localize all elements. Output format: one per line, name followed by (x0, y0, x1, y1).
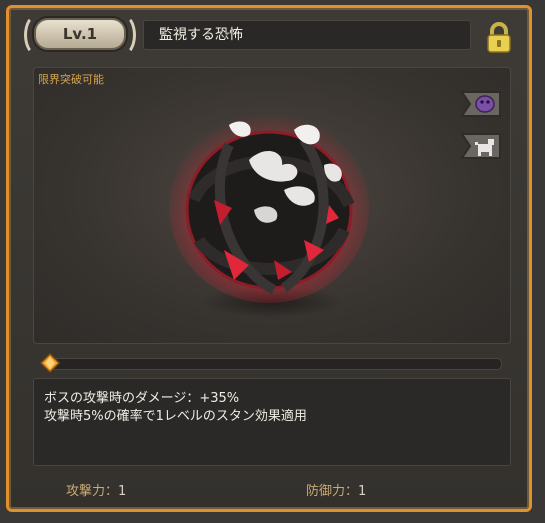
item-image-area: 限界突破可能 (33, 67, 511, 344)
artifact-image (154, 90, 384, 330)
level-badge: Lv.1 (24, 14, 136, 56)
item-name-box: 監視する恐怖 (143, 20, 471, 50)
defense-stat: 防御力：1 (306, 480, 366, 499)
attack-stat: 攻撃力：1 (66, 480, 126, 499)
limit-break-progress (39, 352, 502, 374)
diamond-gem-icon (39, 352, 61, 374)
mask-icon[interactable] (460, 88, 504, 120)
attack-value: 1 (118, 484, 127, 499)
description-box: ボスの攻撃時のダメージ：+35% 攻撃時5%の確率で1レベルのスタン効果適用 (33, 378, 511, 466)
description-line-1: ボスの攻撃時のダメージ：+35% (44, 391, 240, 406)
defense-value: 1 (358, 484, 367, 499)
description-line-2: 攻撃時5%の確率で1レベルのスタン効果適用 (44, 409, 307, 424)
limit-break-label: 限界突破可能 (38, 73, 104, 86)
attack-label: 攻撃力： (66, 484, 119, 499)
item-name: 監視する恐怖 (159, 27, 243, 43)
item-header: Lv.1 監視する恐怖 (24, 14, 498, 56)
defense-label: 防御力： (306, 484, 359, 499)
padlock-icon[interactable] (484, 22, 514, 54)
pet-icon[interactable] (460, 130, 504, 162)
level-label: Lv.1 (62, 25, 98, 43)
progress-track (48, 358, 502, 370)
